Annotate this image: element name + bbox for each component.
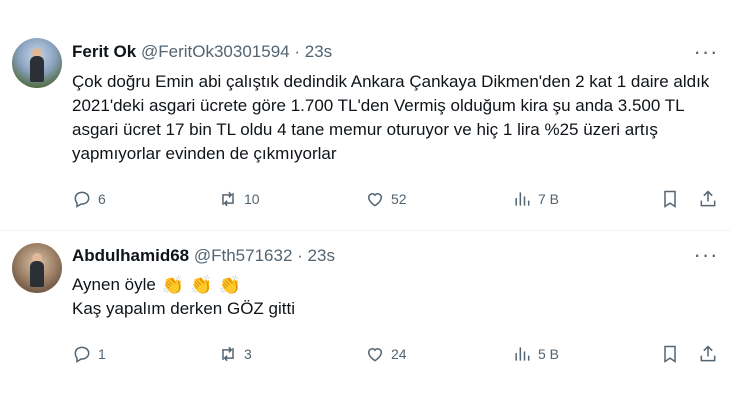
like-button[interactable]: 52 — [365, 189, 407, 209]
views-count: 5 B — [538, 346, 560, 362]
share-icon — [700, 345, 716, 362]
user-handle[interactable]: @Fth571632 — [194, 246, 293, 265]
tweet-actions: 1 3 24 5 B — [72, 342, 718, 366]
like-count: 24 — [391, 346, 407, 362]
tweet-text-paragraph: Çok doğru Emin abi çalıştık dedindik Ank… — [72, 72, 710, 163]
separator-dot: · — [294, 42, 301, 61]
retweet-count: 3 — [244, 346, 252, 362]
retweet-button[interactable]: 10 — [218, 189, 260, 209]
avatar-figure — [30, 56, 44, 82]
avatar[interactable] — [12, 38, 62, 88]
views-count: 7 B — [538, 191, 560, 207]
tweet-text-line1: Aynen öyle — [72, 275, 156, 294]
bookmark-icon — [664, 190, 676, 208]
reply-icon — [74, 191, 90, 208]
retweet-button[interactable]: 3 — [218, 344, 252, 364]
tweet-header: Abdulhamid68 @Fth571632 · 23s — [72, 246, 335, 266]
more-icon[interactable]: ··· — [694, 41, 718, 63]
retweet-count: 10 — [244, 191, 260, 207]
like-button[interactable]: 24 — [365, 344, 407, 364]
bookmark-icon — [664, 345, 676, 363]
bookmark-button[interactable] — [660, 344, 680, 364]
views-button[interactable]: 7 B — [512, 189, 559, 209]
avatar[interactable] — [12, 243, 62, 293]
reply-count: 1 — [98, 346, 106, 362]
share-button[interactable] — [698, 189, 718, 209]
heart-icon — [367, 193, 383, 207]
tweet-text: Çok doğru Emin abi çalıştık dedindik Ank… — [72, 70, 710, 166]
timestamp[interactable]: 23s — [305, 42, 332, 61]
tweet-header: Ferit Ok @FeritOk30301594 · 23s — [72, 42, 332, 62]
clapping-hands-emoji: 👏 — [190, 275, 213, 295]
tweet[interactable]: Abdulhamid68 @Fth571632 · 23s ··· Aynen … — [0, 231, 730, 420]
tweet-text: Aynen öyle 👏 👏 👏 Kaş yapalım derken GÖZ git… — [72, 273, 710, 321]
retweet-icon — [222, 346, 234, 362]
reply-button[interactable]: 1 — [72, 344, 106, 364]
share-button[interactable] — [698, 344, 718, 364]
views-button[interactable]: 5 B — [512, 344, 559, 364]
like-count: 52 — [391, 191, 407, 207]
share-icon — [700, 190, 716, 207]
avatar-figure — [30, 261, 44, 287]
user-handle[interactable]: @FeritOk30301594 — [141, 42, 290, 61]
timestamp[interactable]: 23s — [308, 246, 335, 265]
clapping-hands-emoji: 👏 — [161, 275, 185, 295]
views-icon — [515, 192, 530, 206]
reply-icon — [74, 346, 90, 363]
heart-icon — [367, 348, 383, 362]
clapping-hands-emoji: 👏 — [218, 275, 242, 295]
reply-button[interactable]: 6 — [72, 189, 106, 209]
retweet-icon — [222, 191, 234, 207]
views-icon — [515, 347, 530, 361]
display-name[interactable]: Ferit Ok — [72, 42, 136, 61]
tweet-actions: 6 10 52 7 B — [72, 187, 718, 211]
tweet-text-line: Aynen öyle 👏 👏 👏 — [72, 273, 710, 297]
more-icon[interactable]: ··· — [694, 244, 718, 266]
bookmark-button[interactable] — [660, 189, 680, 209]
separator-dot: · — [297, 246, 303, 265]
reply-count: 6 — [98, 191, 106, 207]
display-name[interactable]: Abdulhamid68 — [72, 246, 189, 265]
tweet[interactable]: Ferit Ok @FeritOk30301594 · 23s ··· Çok … — [0, 0, 730, 231]
tweet-text-line2: Kaş yapalım derken GÖZ gitti — [72, 299, 295, 318]
